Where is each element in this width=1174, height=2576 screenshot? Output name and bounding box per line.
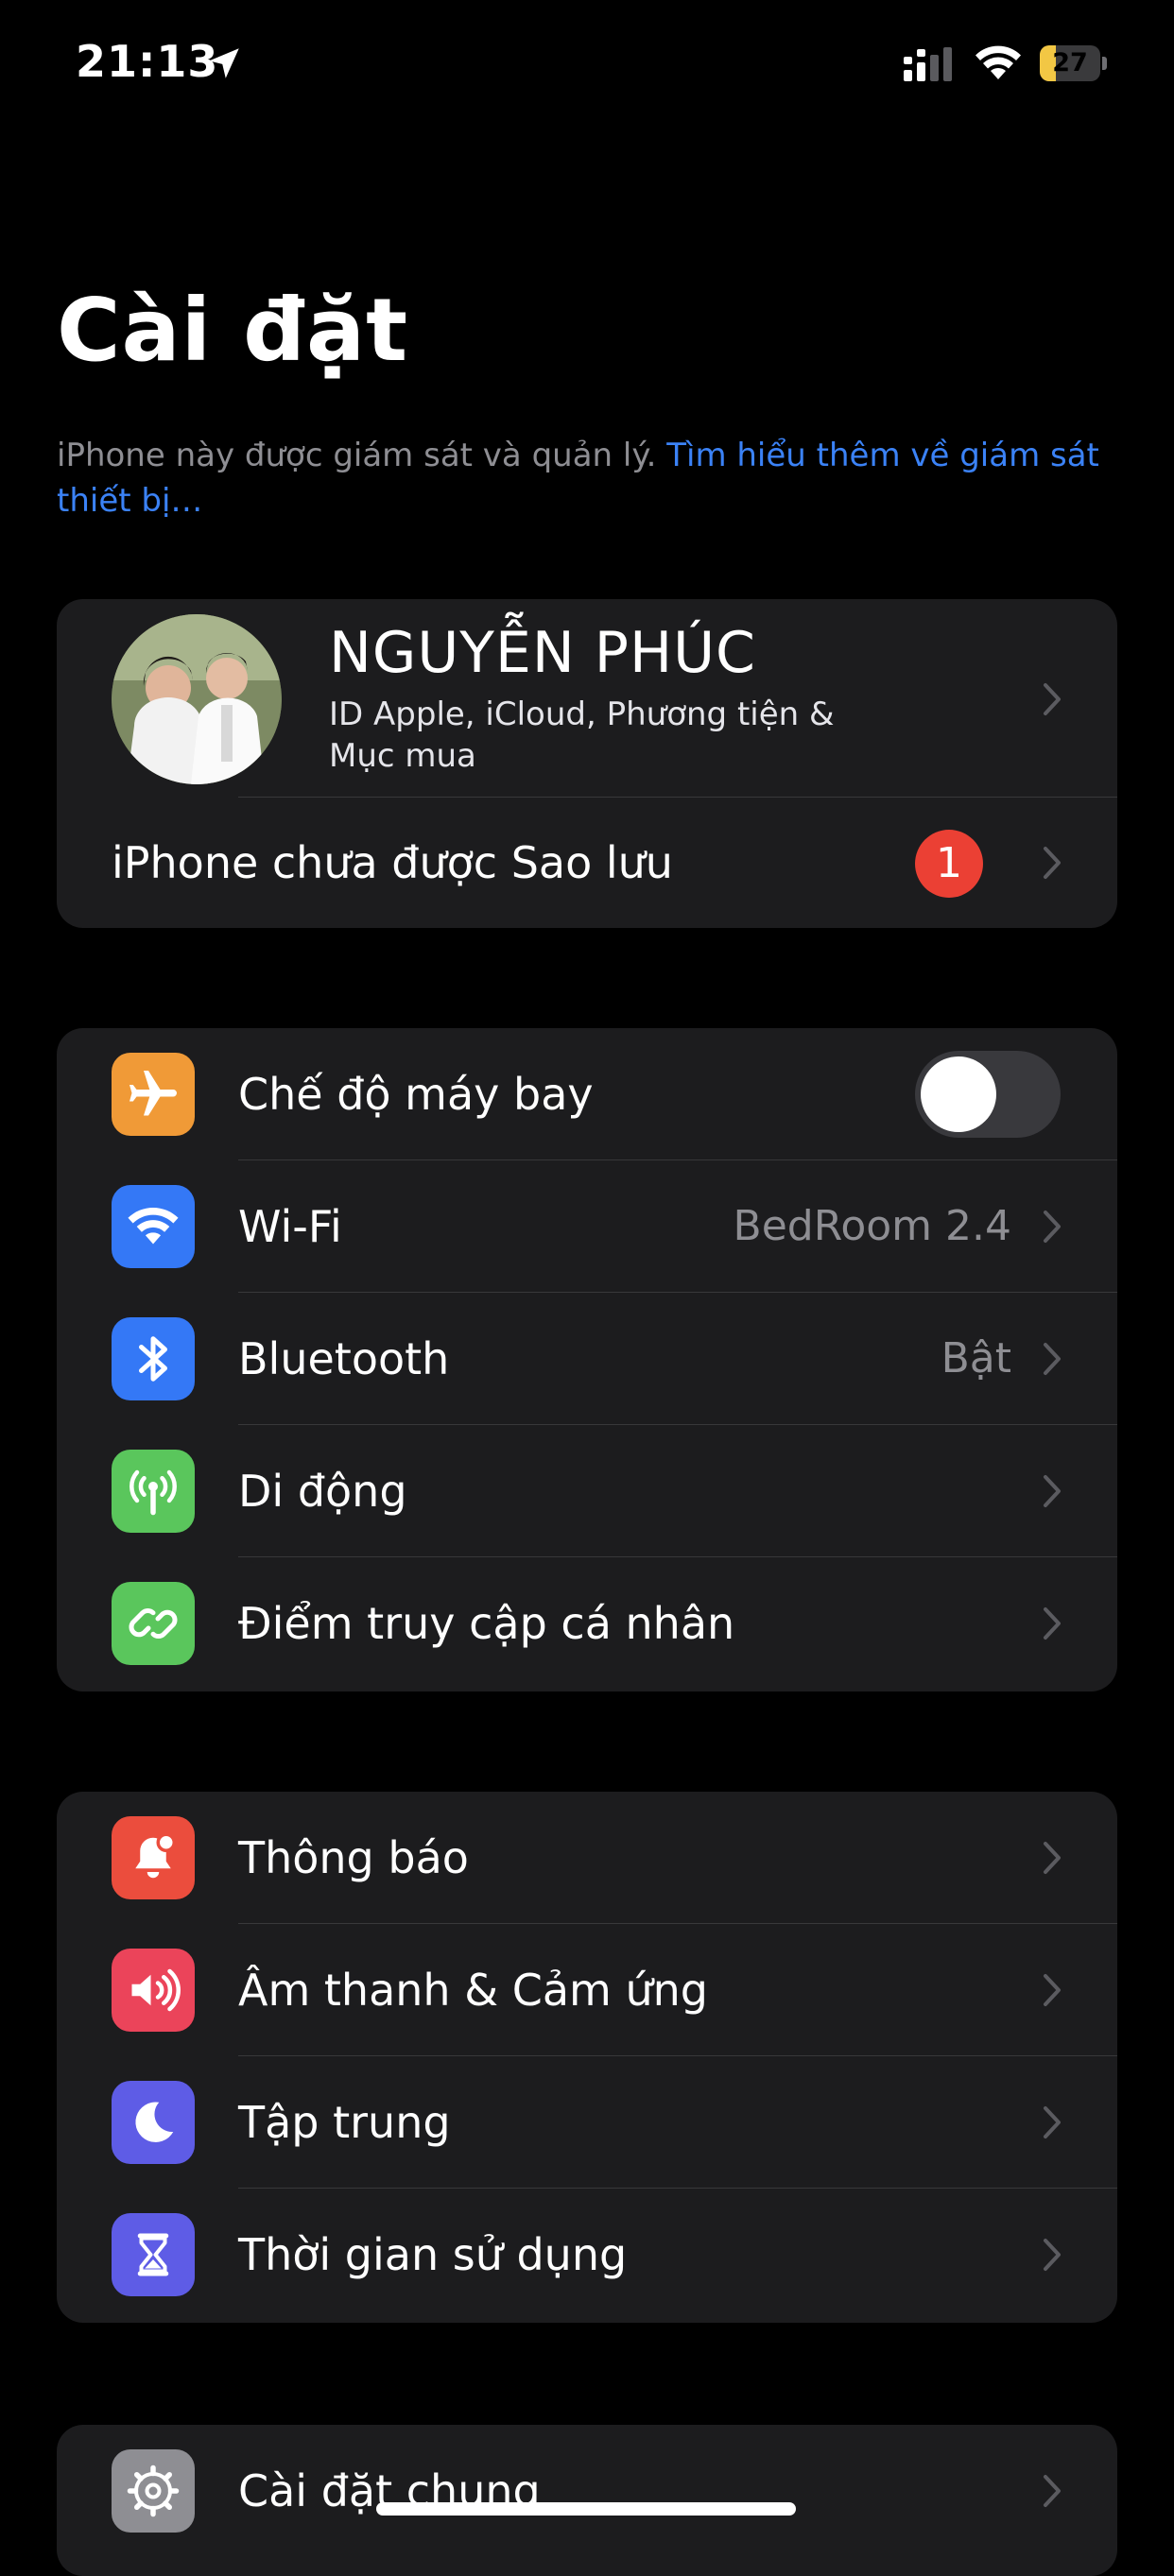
- general-icon-box: [112, 2449, 195, 2533]
- row-label: Thời gian sử dụng: [238, 2229, 628, 2280]
- row-label: Bluetooth: [238, 1333, 450, 1384]
- row-label: Âm thanh & Cảm ứng: [238, 1965, 708, 2016]
- backup-label: iPhone chưa được Sao lưu: [112, 837, 673, 888]
- home-indicator[interactable]: [376, 2502, 796, 2516]
- row-label: Wi-Fi: [238, 1201, 342, 1252]
- general-group: Cài đặt chung: [57, 2425, 1117, 2576]
- notifications-row[interactable]: Thông báo: [57, 1792, 1117, 1924]
- bluetooth-row[interactable]: Bluetooth Bật: [57, 1293, 1117, 1425]
- sounds-icon-box: [112, 1949, 195, 2032]
- row-label: Tập trung: [238, 2097, 451, 2148]
- chevron-right-icon: [1044, 683, 1061, 715]
- profile-group: NGUYỄN PHÚC ID Apple, iCloud, Phương tiệ…: [57, 599, 1117, 928]
- general-row[interactable]: Cài đặt chung: [57, 2425, 1117, 2557]
- page-title: Cài đặt: [57, 280, 409, 381]
- row-label: Cài đặt chung: [238, 2465, 541, 2516]
- battery-percent: 27: [1052, 48, 1088, 77]
- hotspot-icon: [129, 1607, 178, 1640]
- row-label: Điểm truy cập cá nhân: [238, 1598, 735, 1649]
- bluetooth-icon: [139, 1336, 167, 1382]
- cellular-signal-icon: [904, 47, 952, 81]
- chevron-right-icon: [1044, 2475, 1061, 2507]
- personal-hotspot-row[interactable]: Điểm truy cập cá nhân: [57, 1557, 1117, 1690]
- connectivity-group: Chế độ máy bay Wi-Fi BedRoom 2.4 Bluetoo…: [57, 1028, 1117, 1692]
- profile-name: NGUYỄN PHÚC: [329, 620, 756, 686]
- chevron-right-icon: [1044, 2239, 1061, 2271]
- notification-badge: 1: [915, 830, 983, 898]
- airplane-mode-row: Chế độ máy bay: [57, 1028, 1117, 1160]
- row-label: Chế độ máy bay: [238, 1069, 594, 1120]
- chevron-right-icon: [1044, 1475, 1061, 1507]
- hotspot-icon-box: [112, 1582, 195, 1665]
- airplane-icon-box: [112, 1053, 195, 1136]
- cellular-antenna-icon: [129, 1469, 177, 1516]
- notifications-icon-box: [112, 1816, 195, 1899]
- chevron-right-icon: [1044, 1974, 1061, 2006]
- status-bar: 21:13 27: [0, 0, 1174, 132]
- location-arrow-icon: [209, 48, 239, 78]
- airplane-icon: [129, 1071, 177, 1116]
- backup-warning-row[interactable]: iPhone chưa được Sao lưu 1: [57, 798, 1117, 928]
- wifi-row[interactable]: Wi-Fi BedRoom 2.4: [57, 1160, 1117, 1293]
- focus-row[interactable]: Tập trung: [57, 2056, 1117, 2189]
- screen-time-icon-box: [112, 2213, 195, 2296]
- gear-icon: [127, 2464, 180, 2517]
- chevron-right-icon: [1044, 2106, 1061, 2138]
- battery-indicator: 27: [1040, 45, 1108, 81]
- row-label: Thông báo: [238, 1832, 469, 1883]
- bell-icon: [135, 1832, 177, 1879]
- bluetooth-icon-box: [112, 1317, 195, 1400]
- moon-icon: [135, 2102, 174, 2142]
- screen-time-row[interactable]: Thời gian sử dụng: [57, 2189, 1117, 2321]
- chevron-right-icon: [1044, 1842, 1061, 1874]
- wifi-icon: [128, 1207, 179, 1245]
- row-label: Di động: [238, 1466, 407, 1517]
- wifi-icon-box: [112, 1185, 195, 1268]
- cellular-icon-box: [112, 1450, 195, 1533]
- notifications-group: Thông báo Âm thanh & Cảm ứng Tập trung T…: [57, 1792, 1117, 2323]
- profile-subtitle: ID Apple, iCloud, Phương tiện & Mục mua: [329, 696, 835, 775]
- chevron-right-icon: [1044, 1607, 1061, 1640]
- chevron-right-icon: [1044, 847, 1061, 879]
- chevron-right-icon: [1044, 1343, 1061, 1375]
- chevron-right-icon: [1044, 1211, 1061, 1243]
- focus-icon-box: [112, 2081, 195, 2164]
- wifi-network-value: BedRoom 2.4: [733, 1202, 1011, 1250]
- airplane-mode-toggle[interactable]: [915, 1051, 1061, 1138]
- supervision-text: iPhone này được giám sát và quản lý.: [57, 437, 667, 474]
- apple-id-row[interactable]: NGUYỄN PHÚC ID Apple, iCloud, Phương tiệ…: [57, 599, 1117, 798]
- wifi-status-icon: [975, 45, 1021, 79]
- avatar: [112, 614, 282, 784]
- sounds-haptics-row[interactable]: Âm thanh & Cảm ứng: [57, 1924, 1117, 2056]
- speaker-icon: [131, 1968, 181, 2012]
- status-time: 21:13: [76, 36, 219, 87]
- bluetooth-status-value: Bật: [941, 1334, 1011, 1382]
- cellular-row[interactable]: Di động: [57, 1425, 1117, 1557]
- hourglass-icon: [137, 2233, 169, 2276]
- supervision-notice: iPhone này được giám sát và quản lý. Tìm…: [57, 433, 1115, 524]
